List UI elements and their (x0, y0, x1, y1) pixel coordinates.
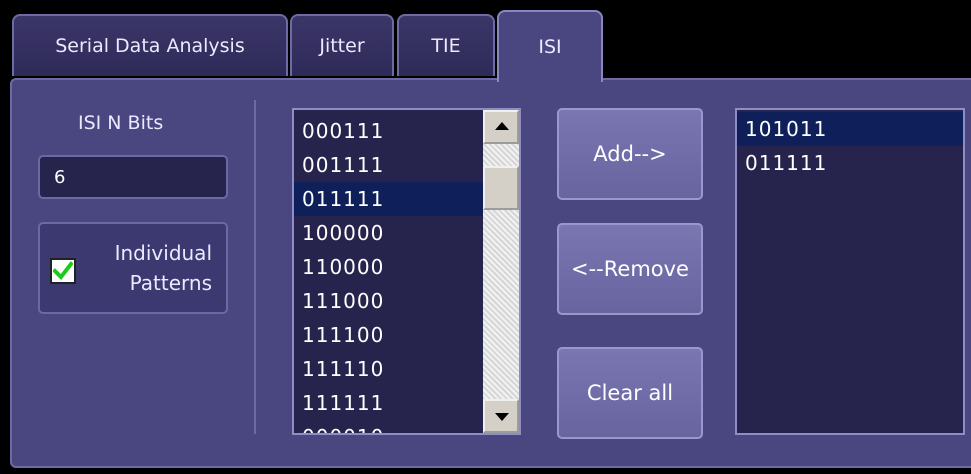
section-divider (254, 100, 256, 434)
tab-serial-data-analysis[interactable]: Serial Data Analysis (12, 14, 288, 76)
list-item[interactable]: 100000 (294, 216, 483, 250)
available-patterns-scrollbar[interactable] (483, 110, 519, 433)
individual-patterns-label: Individual Patterns (115, 238, 212, 298)
clear-all-button[interactable]: Clear all (557, 347, 703, 439)
tab-isi[interactable]: ISI (497, 10, 603, 82)
list-item[interactable]: 000111 (294, 114, 483, 148)
available-patterns-list[interactable]: 000111 001111 011111 100000 110000 11100… (292, 108, 521, 435)
list-item[interactable]: 001111 (294, 148, 483, 182)
tab-tie[interactable]: TIE (397, 14, 495, 76)
arrow-down-icon (495, 413, 509, 421)
list-item[interactable]: 000010 (294, 420, 483, 433)
list-item[interactable]: 111000 (294, 284, 483, 318)
list-item[interactable]: 110000 (294, 250, 483, 284)
individual-patterns-toggle[interactable]: Individual Patterns (38, 222, 228, 314)
list-item-selected[interactable]: 011111 (294, 182, 483, 216)
individual-patterns-line1: Individual (114, 241, 212, 265)
list-item[interactable]: 011111 (737, 146, 963, 180)
isi-n-bits-field[interactable]: 6 (38, 155, 228, 199)
add-button[interactable]: Add--> (557, 108, 703, 200)
list-item[interactable]: 111110 (294, 352, 483, 386)
scroll-up-button[interactable] (483, 110, 519, 144)
individual-patterns-checkbox[interactable] (50, 258, 76, 284)
selected-patterns-list[interactable]: 101011 011111 (735, 108, 965, 435)
isi-n-bits-label: ISI N Bits (78, 112, 164, 134)
remove-button[interactable]: <--Remove (557, 223, 703, 315)
scroll-thumb[interactable] (483, 166, 519, 210)
list-item-selected[interactable]: 101011 (737, 112, 963, 146)
list-item[interactable]: 111100 (294, 318, 483, 352)
arrow-up-icon (495, 122, 509, 130)
scroll-down-button[interactable] (483, 399, 519, 433)
tab-jitter[interactable]: Jitter (290, 14, 394, 76)
checkmark-icon (53, 261, 73, 281)
individual-patterns-line2: Patterns (129, 271, 212, 295)
list-item[interactable]: 111111 (294, 386, 483, 420)
